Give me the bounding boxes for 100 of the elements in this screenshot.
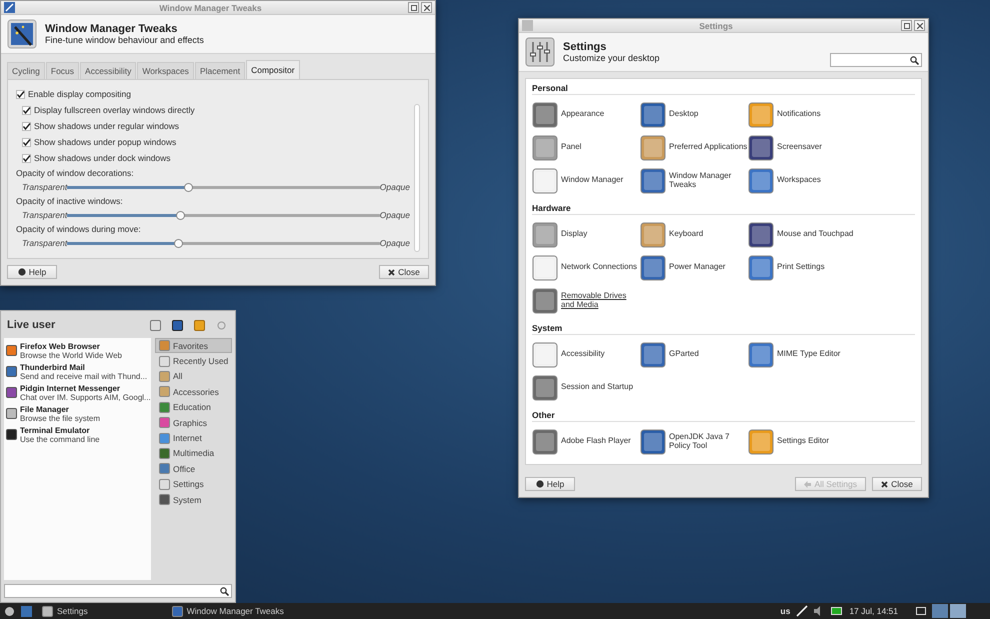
desktop-icon[interactable]	[21, 606, 32, 616]
settings-app-icon[interactable]	[532, 102, 558, 128]
checkbox[interactable]	[22, 154, 31, 162]
slider-track[interactable]	[67, 242, 380, 244]
settings-app-icon[interactable]	[532, 428, 558, 454]
close-button[interactable]: Close	[872, 477, 922, 491]
settings-item-label[interactable]: Network Connections	[561, 263, 638, 272]
settings-item-label[interactable]: Settings Editor	[777, 437, 830, 446]
category-item[interactable]: System	[155, 492, 232, 508]
checkbox[interactable]	[22, 138, 31, 146]
slider-thumb[interactable]	[174, 238, 184, 248]
maximize-button[interactable]	[901, 20, 912, 31]
app-description: Send and receive mail with Thund...	[20, 372, 148, 380]
settings-item-label[interactable]: Print Settings	[777, 263, 825, 272]
settings-item-label[interactable]: Mouse and Touchpad	[777, 230, 854, 239]
favorite-app[interactable]: Terminal Emulator Use the command line	[6, 424, 149, 445]
settings-item-label[interactable]: Window Manager	[561, 176, 624, 185]
category-label: Accessories	[173, 386, 219, 397]
settings-item-label[interactable]: OpenJDK Java 7 Policy Tool	[669, 432, 748, 450]
favorite-app[interactable]: Thunderbird Mail Send and receive mail with Thund...	[6, 361, 149, 382]
taskbar-task[interactable]: Settings	[38, 604, 92, 618]
settings-item-label[interactable]: Workspaces	[777, 176, 821, 185]
tab[interactable]: Accessibility	[80, 62, 136, 79]
settings-app-icon[interactable]	[748, 222, 774, 248]
settings-app-icon[interactable]	[640, 102, 666, 128]
settings-item-label[interactable]: Session and Startup	[561, 383, 634, 392]
category-item[interactable]: Internet	[155, 430, 232, 446]
show-desktop-icon[interactable]	[916, 607, 926, 615]
settings-app-icon[interactable]	[640, 168, 666, 194]
favorite-app[interactable]: File Manager Browse the file system	[6, 403, 149, 424]
keyboard-layout[interactable]: us	[780, 606, 790, 616]
settings-app-icon[interactable]	[640, 254, 666, 280]
category-item[interactable]: All	[155, 368, 232, 384]
slider-max-label: Opaque	[380, 238, 410, 248]
category-icon	[159, 356, 170, 367]
settings-item-label[interactable]: MIME Type Editor	[777, 350, 840, 359]
slider-thumb[interactable]	[176, 210, 185, 220]
back-arrow-icon	[804, 480, 812, 488]
category-item[interactable]: Graphics	[155, 414, 232, 430]
settings-app-icon[interactable]	[748, 134, 774, 160]
battery-icon[interactable]	[831, 607, 844, 615]
category-icon	[159, 478, 170, 490]
settings-app-icon[interactable]	[748, 254, 774, 280]
favorite-app[interactable]: Firefox Web Browser Browse the World Wide Web	[6, 340, 149, 361]
settings-item-label[interactable]: GParted	[669, 350, 699, 359]
category-item[interactable]: Education	[155, 400, 232, 415]
window-subtitle: Customize your desktop	[563, 53, 660, 63]
close-button[interactable]	[421, 2, 432, 13]
category-item[interactable]: Accessories	[155, 384, 232, 400]
settings-item-label[interactable]: Accessibility	[561, 350, 605, 359]
settings-item-label[interactable]: Preferred Applications	[669, 143, 748, 152]
checkbox[interactable]	[16, 90, 25, 98]
settings-app-icon[interactable]	[748, 168, 774, 194]
settings-item-label[interactable]: Keyboard	[669, 230, 704, 239]
tab[interactable]: Cycling	[7, 62, 45, 79]
clock[interactable]: 17 Jul, 14:51	[849, 606, 898, 616]
settings-item-label[interactable]: Window Manager Tweaks	[669, 172, 748, 190]
slider-track[interactable]	[67, 214, 380, 216]
search-field[interactable]	[4, 584, 232, 598]
tab[interactable]: Focus	[46, 62, 80, 79]
settings-item-label[interactable]: Adobe Flash Player	[561, 437, 631, 446]
category-item[interactable]: Recently Used	[155, 353, 232, 369]
settings-item-label[interactable]: Power Manager	[669, 263, 726, 272]
logout-icon[interactable]	[191, 318, 207, 332]
scrollbar[interactable]	[414, 104, 420, 252]
settings-icon[interactable]	[147, 318, 163, 332]
slider-thumb[interactable]	[184, 182, 193, 192]
category-item[interactable]: Office	[155, 461, 232, 477]
settings-app-icon[interactable]	[532, 288, 558, 314]
settings-app-icon[interactable]	[640, 342, 666, 368]
checkbox[interactable]	[22, 122, 31, 130]
settings-item-label[interactable]: Display	[561, 230, 588, 239]
tab[interactable]: Placement	[194, 62, 246, 79]
close-button[interactable]: Close	[379, 265, 429, 279]
settings-item-label[interactable]: Panel	[561, 143, 582, 152]
category-item[interactable]: Multimedia	[155, 446, 232, 462]
close-button[interactable]	[914, 20, 925, 31]
maximize-button[interactable]	[408, 2, 419, 13]
tab[interactable]: Workspaces	[137, 62, 194, 79]
settings-app-icon[interactable]	[748, 342, 774, 368]
help-button[interactable]: Help	[7, 265, 57, 279]
settings-item-label[interactable]: Desktop	[669, 110, 698, 119]
tab[interactable]: Compositor	[246, 60, 300, 79]
taskbar-task[interactable]: Window Manager Tweaks	[168, 604, 288, 618]
help-button[interactable]: Help	[525, 477, 575, 491]
settings-app-icon[interactable]	[640, 428, 666, 454]
workspace-switcher-icon[interactable]	[932, 604, 966, 618]
checkbox[interactable]	[22, 106, 31, 114]
settings-item-label[interactable]: Removable Drives and Media	[561, 292, 640, 310]
slider-track[interactable]	[67, 186, 380, 188]
window-subtitle: Fine-tune window behaviour and effects	[45, 35, 204, 45]
search-field[interactable]	[830, 53, 922, 67]
settings-item-label[interactable]: Appearance	[561, 110, 604, 119]
settings-item-label[interactable]: Screensaver	[777, 143, 822, 152]
monitor-icon[interactable]	[169, 318, 185, 332]
favorite-app[interactable]: Pidgin Internet Messenger Chat over IM. Supports AIM, Googl...	[6, 382, 149, 403]
settings-app-icon[interactable]	[532, 374, 558, 400]
settings-item-label[interactable]: Notifications	[777, 110, 821, 119]
category-item[interactable]: Favorites	[155, 338, 232, 354]
category-item[interactable]: Settings	[155, 476, 232, 492]
